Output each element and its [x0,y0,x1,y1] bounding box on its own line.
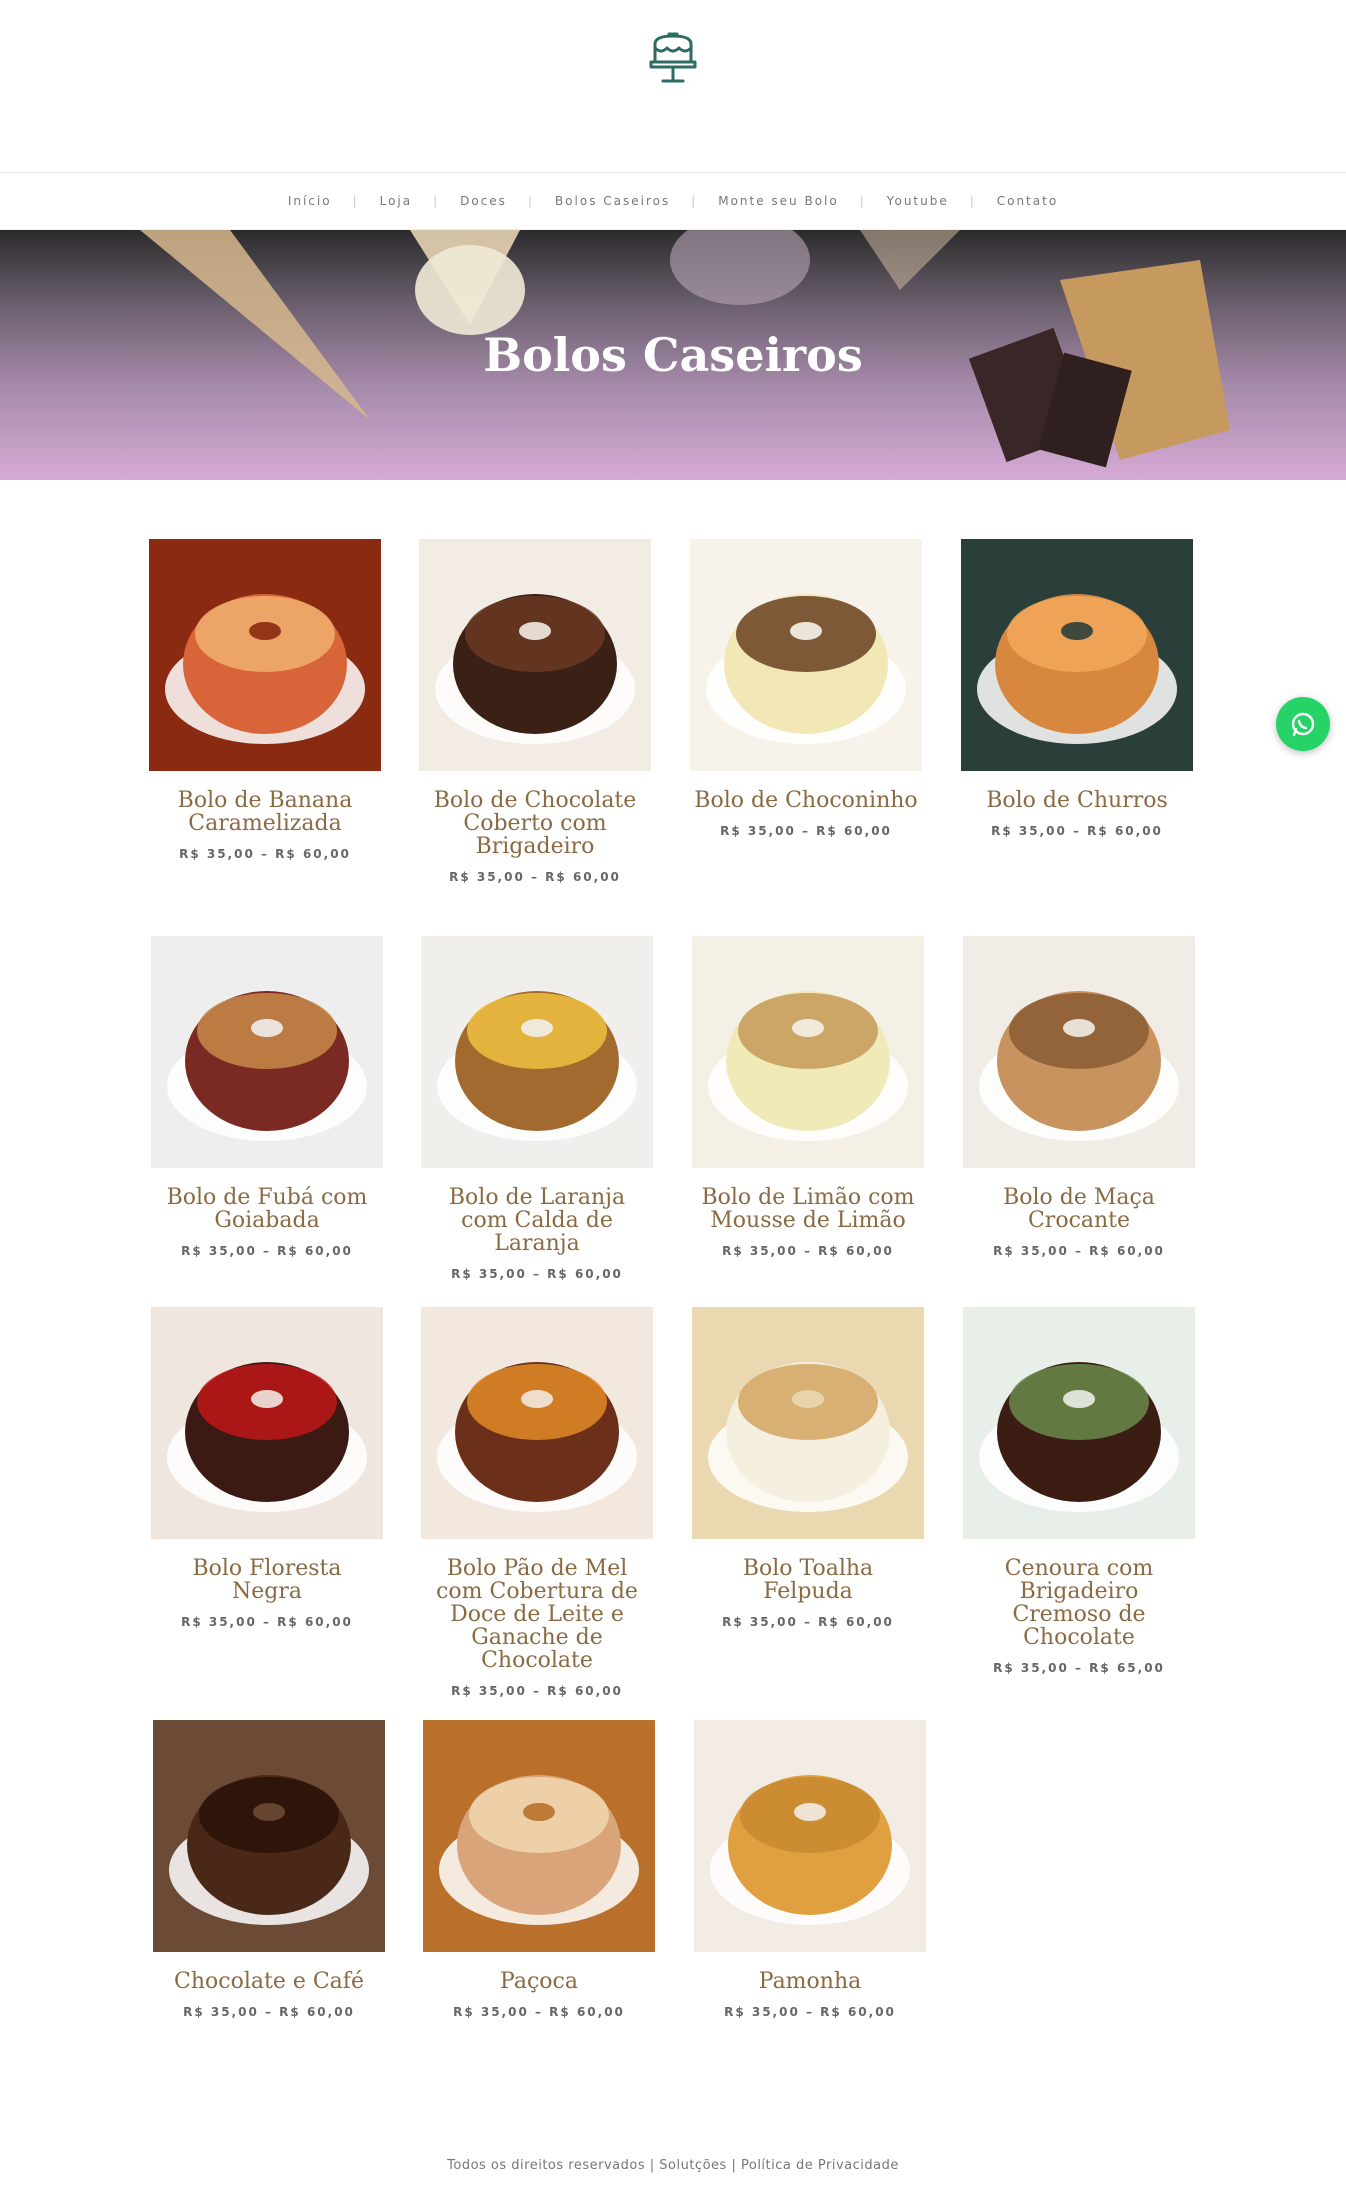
product-price: R$ 35,00 – R$ 60,00 [451,1267,623,1281]
product-title[interactable]: Bolo de Banana Caramelizada [149,789,381,835]
product-price: R$ 35,00 – R$ 60,00 [993,1244,1165,1258]
product-image[interactable] [961,539,1193,771]
product-card[interactable]: Chocolate e Café R$ 35,00 – R$ 60,00 [153,1720,385,2019]
product-price: R$ 35,00 – R$ 60,00 [451,1684,623,1698]
product-title[interactable]: Paçoca [423,1970,655,1993]
product-price: R$ 35,00 – R$ 60,00 [453,2005,625,2019]
whatsapp-button[interactable] [1276,697,1330,751]
product-card[interactable]: Bolo de Maça Crocante R$ 35,00 – R$ 60,00 [963,936,1195,1258]
nav-monte-seu-bolo[interactable]: Monte seu Bolo [691,194,863,208]
product-card[interactable]: Bolo de Limão com Mousse de Limão R$ 35,0… [692,936,924,1258]
product-image[interactable] [151,1307,383,1539]
nav-loja[interactable]: Loja [353,194,437,208]
product-price: R$ 35,00 – R$ 60,00 [181,1244,353,1258]
product-price: R$ 35,00 – R$ 60,00 [722,1244,894,1258]
site-footer: Todos os direitos reservados | Solutções… [0,2158,1346,2173]
product-card[interactable]: Bolo Pão de Mel com Cobertura de Doce de… [421,1307,653,1698]
product-image[interactable] [690,539,922,771]
product-card[interactable]: Paçoca R$ 35,00 – R$ 60,00 [423,1720,655,2019]
product-price: R$ 35,00 – R$ 60,00 [991,824,1163,838]
product-card[interactable]: Bolo Floresta Negra R$ 35,00 – R$ 60,00 [151,1307,383,1629]
product-title[interactable]: Bolo de Chocolate Coberto com Brigadeiro [419,789,651,858]
product-image[interactable] [694,1720,926,1952]
product-title[interactable]: Bolo de Limão com Mousse de Limão [692,1186,924,1232]
product-title[interactable]: Cenoura com Brigadeiro Cremoso de Chocol… [963,1557,1195,1649]
hero-banner: Bolos Caseiros [0,230,1346,480]
product-title[interactable]: Chocolate e Café [153,1970,385,1993]
product-image[interactable] [692,1307,924,1539]
footer-rights: Todos os direitos reservados [447,2158,646,2173]
product-title[interactable]: Bolo de Laranja com Calda de Laranja [421,1186,653,1255]
product-price: R$ 35,00 – R$ 60,00 [183,2005,355,2019]
page-title: Bolos Caseiros [483,328,863,382]
product-price: R$ 35,00 – R$ 60,00 [720,824,892,838]
product-title[interactable]: Bolo Floresta Negra [151,1557,383,1603]
main-nav: Início Loja Doces Bolos Caseiros Monte s… [0,173,1346,230]
product-image[interactable] [151,936,383,1168]
product-title[interactable]: Bolo Pão de Mel com Cobertura de Doce de… [421,1557,653,1672]
product-title[interactable]: Bolo de Fubá com Goiabada [151,1186,383,1232]
product-card[interactable]: Pamonha R$ 35,00 – R$ 60,00 [694,1720,926,2019]
product-image[interactable] [153,1720,385,1952]
nav-bolos-caseiros[interactable]: Bolos Caseiros [528,194,694,208]
product-image[interactable] [963,936,1195,1168]
product-image[interactable] [692,936,924,1168]
nav-doces[interactable]: Doces [433,194,531,208]
product-title[interactable]: Bolo de Choconinho [690,789,922,812]
product-card[interactable]: Bolo de Chocolate Coberto com Brigadeiro… [419,539,651,884]
cake-logo-icon[interactable] [641,24,705,88]
product-title[interactable]: Bolo Toalha Felpuda [692,1557,924,1603]
footer-solutions-link[interactable]: Solutções [659,2158,727,2173]
product-card[interactable]: Bolo Toalha Felpuda R$ 35,00 – R$ 60,00 [692,1307,924,1629]
nav-contato[interactable]: Contato [970,194,1082,208]
product-image[interactable] [149,539,381,771]
product-image[interactable] [963,1307,1195,1539]
product-image[interactable] [419,539,651,771]
site-header [0,0,1346,173]
product-title[interactable]: Pamonha [694,1970,926,1993]
product-price: R$ 35,00 – R$ 60,00 [179,847,351,861]
product-price: R$ 35,00 – R$ 60,00 [724,2005,896,2019]
nav-inicio[interactable]: Início [264,194,356,208]
footer-separator: | [649,2158,655,2173]
product-card[interactable]: Bolo de Laranja com Calda de Laranja R$ 3… [421,936,653,1281]
product-price: R$ 35,00 – R$ 60,00 [181,1615,353,1629]
product-card[interactable]: Bolo de Banana Caramelizada R$ 35,00 – R$… [149,539,381,861]
product-image[interactable] [421,936,653,1168]
product-card[interactable]: Bolo de Fubá com Goiabada R$ 35,00 – R$ 6… [151,936,383,1258]
product-price: R$ 35,00 – R$ 60,00 [722,1615,894,1629]
product-card[interactable]: Cenoura com Brigadeiro Cremoso de Chocol… [963,1307,1195,1675]
product-card[interactable]: Bolo de Churros R$ 35,00 – R$ 60,00 [961,539,1193,838]
nav-youtube[interactable]: Youtube [860,194,973,208]
product-title[interactable]: Bolo de Maça Crocante [963,1186,1195,1232]
product-title[interactable]: Bolo de Churros [961,789,1193,812]
product-image[interactable] [423,1720,655,1952]
whatsapp-icon [1291,712,1315,737]
footer-separator: | [731,2158,737,2173]
product-price: R$ 35,00 – R$ 65,00 [993,1661,1165,1675]
footer-privacy-link[interactable]: Política de Privacidade [741,2158,899,2173]
product-image[interactable] [421,1307,653,1539]
product-card[interactable]: Bolo de Choconinho R$ 35,00 – R$ 60,00 [690,539,922,838]
product-price: R$ 35,00 – R$ 60,00 [449,870,621,884]
